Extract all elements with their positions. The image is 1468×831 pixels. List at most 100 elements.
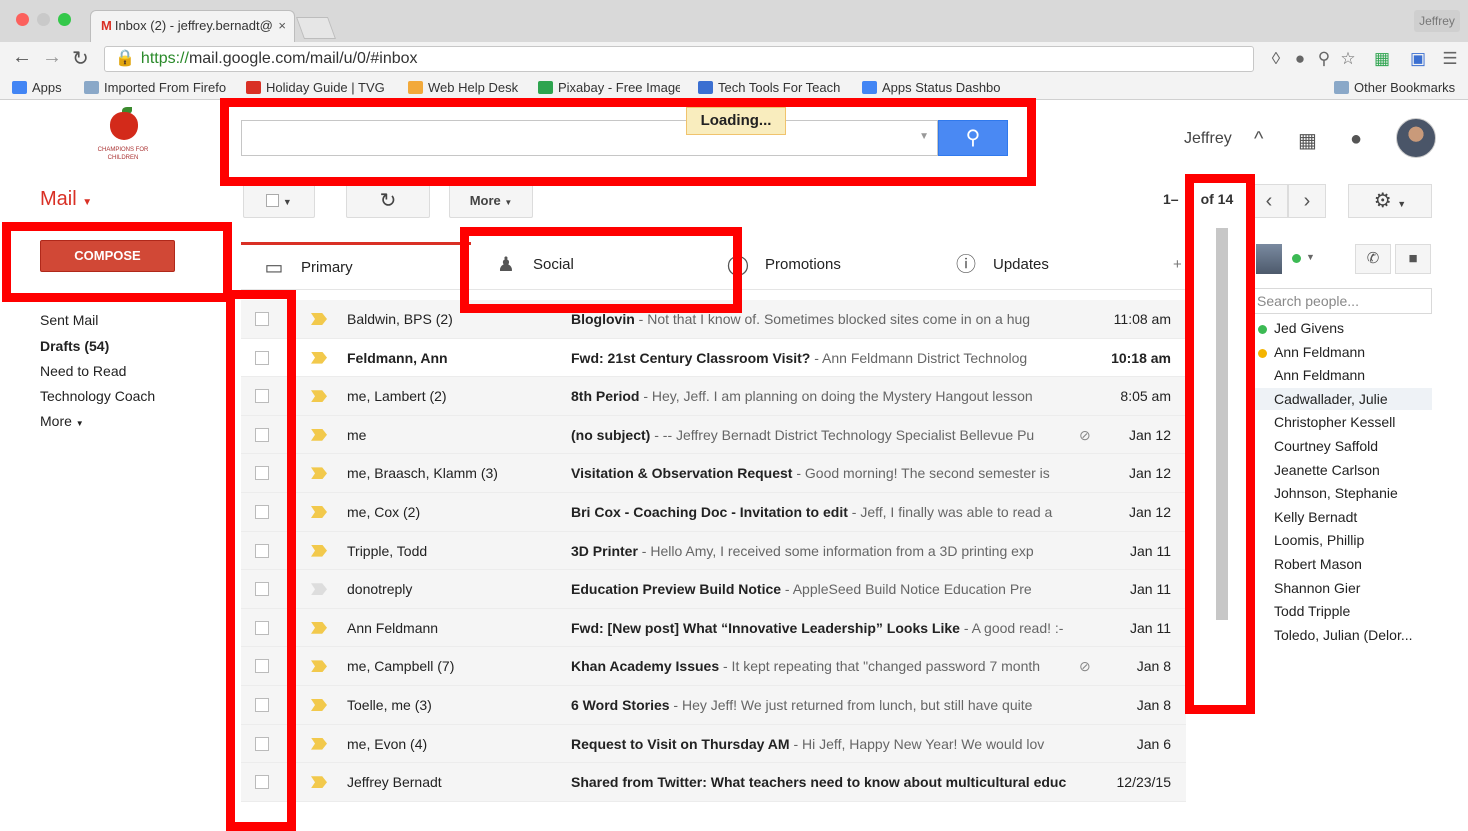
sidebar-item-more[interactable]: More ▼: [40, 413, 84, 429]
contact-item[interactable]: Johnson, Stephanie: [1274, 485, 1398, 501]
close-window-button[interactable]: [16, 13, 29, 26]
bookmark-pixabay[interactable]: Pixabay - Free Image: [538, 80, 680, 95]
bookmark-other[interactable]: Other Bookmarks: [1334, 80, 1455, 95]
browser-tab-inbox[interactable]: M Inbox (2) - jeffrey.bernadt@ ×: [90, 10, 295, 42]
contact-item[interactable]: Todd Tripple: [1274, 603, 1350, 619]
importance-marker-icon[interactable]: [311, 776, 327, 789]
contact-name: Johnson, Stephanie: [1274, 485, 1398, 502]
url-text: mail.google.com/mail/u/0/#inbox: [188, 50, 418, 67]
importance-marker-icon[interactable]: [311, 660, 327, 673]
table-row[interactable]: Feldmann, Ann Fwd: 21st Century Classroom…: [241, 339, 1186, 378]
address-bar[interactable]: 🔒 https://mail.google.com/mail/u/0/#inbox: [104, 46, 1254, 72]
sidebar-item-need-to-read[interactable]: Need to Read: [40, 363, 126, 379]
phone-call-button[interactable]: ✆: [1355, 244, 1391, 274]
importance-marker-icon[interactable]: [311, 467, 327, 480]
email-subject: Visitation & Observation Request: [571, 465, 793, 482]
tab-close-icon[interactable]: ×: [278, 11, 286, 41]
apps-grid-icon[interactable]: ▦: [1298, 128, 1317, 153]
table-row[interactable]: me, Cox (2) Bri Cox - Coaching Doc - Invi…: [241, 493, 1186, 532]
reload-icon[interactable]: ↻: [72, 46, 89, 71]
org-logo[interactable]: CHAMPIONS FOR CHILDREN: [38, 104, 208, 174]
importance-marker-icon[interactable]: [311, 506, 327, 518]
new-tab-button[interactable]: [295, 17, 337, 39]
table-row[interactable]: Jeffrey Bernadt Shared from Twitter: What…: [241, 763, 1186, 802]
search-people-input[interactable]: Search people...: [1254, 288, 1432, 314]
bookmark-star-icon[interactable]: ☆: [1338, 49, 1358, 69]
contact-item[interactable]: Robert Mason: [1274, 556, 1362, 572]
contact-item[interactable]: Jeanette Carlson: [1274, 462, 1380, 478]
chrome-menu-icon[interactable]: ☰: [1440, 49, 1460, 69]
extension-diamond-icon[interactable]: ◊: [1266, 49, 1286, 69]
table-row[interactable]: me, Evon (4) Request to Visit on Thursday…: [241, 724, 1186, 764]
contact-item[interactable]: Cadwallader, Julie: [1274, 391, 1388, 407]
zoom-icon[interactable]: ⚲: [1314, 49, 1334, 69]
sidebar-item-technology-coach[interactable]: Technology Coach: [40, 388, 155, 404]
contact-item[interactable]: Courtney Saffold: [1274, 438, 1378, 454]
table-row[interactable]: donotreply Education Preview Build Notice…: [241, 570, 1186, 609]
contact-item[interactable]: Christopher Kessell: [1274, 414, 1395, 430]
email-snippet: - A good read! :-: [959, 619, 1064, 636]
importance-marker-icon[interactable]: [311, 544, 327, 557]
email-snippet: - Hey, Jeff. I am planning on doing the …: [639, 388, 1033, 405]
importance-marker-icon[interactable]: [311, 313, 327, 325]
chat-status-icon[interactable]: [1292, 254, 1301, 263]
contact-item[interactable]: Ann Feldmann: [1258, 344, 1365, 360]
table-row[interactable]: Ann Feldmann Fwd: [New post] What “Innova…: [241, 608, 1186, 648]
contact-item[interactable]: Shannon Gier: [1274, 580, 1360, 596]
importance-marker-icon[interactable]: [311, 428, 327, 441]
forward-arrow-icon[interactable]: →: [42, 46, 62, 69]
extension-lightbulb-icon[interactable]: ●: [1290, 49, 1310, 69]
bookmark-tech-tools[interactable]: Tech Tools For Teach: [698, 80, 843, 95]
notifications-bell-icon[interactable]: ●: [1350, 128, 1362, 151]
contact-item[interactable]: Toledo, Julian (Delor...: [1274, 627, 1413, 643]
avatar[interactable]: [1396, 118, 1436, 158]
refresh-button[interactable]: ↻: [346, 184, 430, 218]
contact-item[interactable]: Jed Givens: [1258, 320, 1344, 336]
sidebar-item-sent-mail[interactable]: Sent Mail: [40, 312, 98, 328]
importance-marker-icon[interactable]: [311, 699, 327, 711]
contact-item[interactable]: Kelly Bernadt: [1274, 509, 1357, 525]
bookmark-apps-status[interactable]: Apps Status Dashbo: [862, 80, 1004, 95]
bookmark-holiday-guide[interactable]: Holiday Guide | TVG: [246, 80, 388, 95]
newer-button[interactable]: ‹: [1250, 184, 1288, 218]
email-subject-line: 3D Printer - Hello Amy, I received some …: [571, 543, 1069, 559]
settings-button[interactable]: ⚙ ▼: [1348, 184, 1432, 218]
email-snippet: - AppleSeed Build Notice Education Pre: [781, 581, 1032, 598]
mail-menu-button[interactable]: Mail ▼: [40, 188, 92, 211]
extension-blue-icon[interactable]: ▣: [1408, 49, 1428, 69]
table-row[interactable]: me, Lambert (2) 8th Period - Hey, Jeff. I…: [241, 377, 1186, 416]
back-arrow-icon[interactable]: ←: [12, 46, 32, 69]
chat-avatar[interactable]: [1256, 244, 1282, 274]
tab-updates[interactable]: ⓘ Updates: [953, 242, 1173, 290]
importance-marker-icon[interactable]: [311, 390, 327, 403]
importance-marker-icon[interactable]: [311, 351, 327, 364]
bookmark-web-help-desk[interactable]: Web Help Desk: [408, 80, 518, 95]
maximize-window-button[interactable]: [58, 13, 71, 26]
contact-item[interactable]: Ann Feldmann: [1274, 367, 1365, 383]
minimize-window-button[interactable]: [37, 13, 50, 26]
chevron-down-icon[interactable]: ▼: [1306, 252, 1315, 262]
table-row[interactable]: me, Campbell (7) Khan Academy Issues - It…: [241, 647, 1186, 686]
contact-item[interactable]: Loomis, Phillip: [1274, 532, 1364, 548]
importance-marker-icon[interactable]: [311, 737, 327, 750]
chevron-down-icon: ▼: [282, 197, 292, 207]
select-all-button[interactable]: ▼: [243, 184, 315, 218]
extension-green-icon[interactable]: ▦: [1372, 49, 1392, 69]
table-row[interactable]: Tripple, Todd 3D Printer - Hello Amy, I r…: [241, 531, 1186, 571]
older-button[interactable]: ›: [1288, 184, 1326, 218]
importance-marker-icon[interactable]: [311, 621, 327, 634]
bookmark-apps[interactable]: Apps: [12, 80, 62, 95]
user-name[interactable]: Jeffrey: [1184, 130, 1232, 148]
tab-primary[interactable]: ▭ Primary: [241, 242, 471, 290]
video-call-button[interactable]: ■: [1395, 244, 1431, 274]
table-row[interactable]: Toelle, me (3) 6 Word Stories - Hey Jeff!…: [241, 686, 1186, 725]
tab-promotions[interactable]: ◯ Promotions: [721, 242, 931, 290]
table-row[interactable]: me (no subject) - -- Jeffrey Bernadt Dist…: [241, 415, 1186, 455]
profile-button[interactable]: Jeffrey: [1414, 10, 1460, 32]
table-row[interactable]: me, Braasch, Klamm (3) Visitation & Obser…: [241, 454, 1186, 493]
sidebar-item-drafts[interactable]: Drafts (54): [40, 338, 109, 354]
notifications-icon[interactable]: ^: [1254, 128, 1263, 151]
importance-marker-icon[interactable]: [311, 583, 327, 596]
bookmark-imported-folder[interactable]: Imported From Firefo: [84, 80, 226, 95]
more-actions-button[interactable]: More ▼: [449, 184, 533, 218]
